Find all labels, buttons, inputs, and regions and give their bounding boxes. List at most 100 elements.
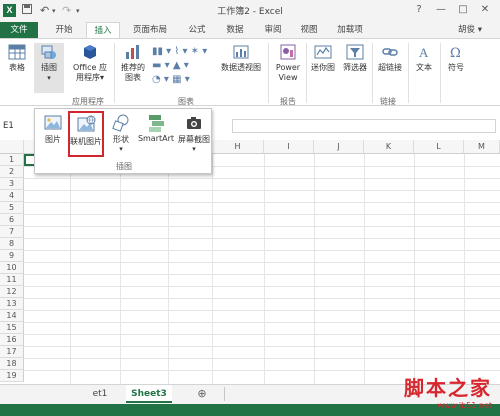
gridline — [24, 262, 500, 263]
smartart-icon — [149, 115, 164, 132]
close-button[interactable]: ✕ — [476, 2, 494, 18]
undo-dropdown-icon[interactable]: ▾ — [52, 3, 56, 19]
power-view-label: Power View — [275, 63, 301, 82]
row-header[interactable]: 1 — [0, 154, 24, 166]
minimize-button[interactable]: — — [432, 2, 450, 18]
group-separator — [306, 43, 307, 103]
user-account[interactable]: 胡俊 ▾ — [458, 22, 482, 38]
screenshot-button[interactable]: 屏幕截图 ▾ — [177, 113, 211, 153]
restore-button[interactable]: □ — [454, 2, 472, 18]
row-header[interactable]: 14 — [0, 310, 24, 322]
help-button[interactable]: ? — [410, 2, 428, 18]
window-title: 工作簿2 - Excel — [217, 7, 283, 17]
sheet-tab-active[interactable]: Sheet3 — [126, 385, 172, 403]
row-header[interactable]: 5 — [0, 202, 24, 214]
tab-insert[interactable]: 插入 — [86, 22, 120, 38]
online-pictures-label: 联机图片 — [70, 137, 102, 146]
svg-text:Ω: Ω — [450, 46, 461, 61]
smartart-label: SmartArt — [137, 134, 175, 143]
column-header[interactable]: I — [264, 140, 314, 154]
save-icon[interactable] — [22, 3, 32, 19]
row-header[interactable]: 10 — [0, 262, 24, 274]
pie-chart-icon: ◔ ▾ ▦ ▾ — [152, 74, 190, 85]
undo-icon[interactable]: ↶ — [40, 3, 49, 19]
column-header[interactable]: J — [314, 140, 364, 154]
column-header[interactable]: L — [414, 140, 464, 154]
column-header[interactable]: M — [464, 140, 500, 154]
shapes-label: 形状 — [113, 135, 129, 144]
table-button[interactable]: 表格 — [4, 43, 30, 73]
hyperlink-label: 超链接 — [378, 63, 402, 72]
title-bar: X ↶ ▾ ↷ ▾ 工作簿2 - Excel ? — □ ✕ — [0, 0, 500, 22]
shapes-button[interactable]: 形状 ▾ — [107, 113, 135, 153]
row-header[interactable]: 12 — [0, 286, 24, 298]
tab-formulas[interactable]: 公式 — [180, 22, 214, 38]
select-all-corner[interactable] — [0, 140, 24, 154]
gridline — [120, 154, 121, 384]
gridline — [24, 226, 500, 227]
row-header[interactable]: 4 — [0, 190, 24, 202]
recommended-charts-icon — [126, 45, 139, 59]
tab-view[interactable]: 视图 — [292, 22, 326, 38]
pivot-chart-button[interactable]: 数据透视图 — [218, 43, 264, 73]
sparklines-button[interactable]: 迷你图 — [308, 43, 338, 73]
camera-icon — [187, 117, 201, 129]
text-icon: A — [419, 45, 429, 60]
redo-icon[interactable]: ↷ — [62, 3, 71, 19]
dropdown-group-label: 插图 — [116, 162, 132, 171]
row-header[interactable]: 13 — [0, 298, 24, 310]
tab-page-layout[interactable]: 页面布局 — [126, 22, 174, 38]
name-box[interactable]: E1 — [3, 119, 31, 133]
shapes-icon — [112, 114, 129, 132]
add-sheet-button[interactable]: ⊕ — [192, 385, 212, 403]
row-header[interactable]: 7 — [0, 226, 24, 238]
row-header[interactable]: 16 — [0, 334, 24, 346]
online-pictures-button[interactable]: 联机图片 — [68, 111, 104, 157]
watermark-url: www.jb51.net — [437, 401, 492, 410]
column-header[interactable]: H — [212, 140, 264, 154]
gridline — [24, 190, 500, 191]
row-header[interactable]: 9 — [0, 250, 24, 262]
office-apps-button[interactable]: Office 应用程序▾ — [70, 43, 110, 83]
row-header[interactable]: 3 — [0, 178, 24, 190]
customize-qa-icon[interactable]: ▾ — [76, 3, 80, 19]
row-header[interactable]: 6 — [0, 214, 24, 226]
screenshot-label: 屏幕截图 — [178, 135, 210, 144]
apps-group-label: 应用程序 — [72, 97, 104, 106]
row-header[interactable]: 8 — [0, 238, 24, 250]
symbols-button[interactable]: Ω 符号 — [442, 43, 470, 73]
tab-review[interactable]: 审阅 — [256, 22, 290, 38]
bar-chart-icon: ▬ ▾ ▲ ▾ — [152, 60, 189, 71]
tab-data[interactable]: 数据 — [218, 22, 252, 38]
row-header[interactable]: 11 — [0, 274, 24, 286]
tab-file[interactable]: 文件 — [0, 22, 38, 38]
illustrations-button[interactable]: 插图 ▾ — [34, 43, 64, 93]
sheet-tab[interactable]: et1 — [76, 385, 124, 403]
tab-home[interactable]: 开始 — [46, 22, 82, 38]
gridline — [24, 250, 500, 251]
sparklines-label: 迷你图 — [311, 63, 335, 72]
text-button[interactable]: A 文本 — [410, 43, 438, 73]
group-separator — [372, 43, 373, 103]
gridline — [24, 346, 500, 347]
formula-input[interactable] — [232, 119, 496, 133]
chart-types-grid[interactable]: ▮▮ ▾ ⌇ ▾ ✶ ▾ ▬ ▾ ▲ ▾ ◔ ▾ ▦ ▾ — [152, 45, 212, 87]
filter-button[interactable]: 筛选器 — [340, 43, 370, 73]
hyperlink-button[interactable]: 超链接 — [374, 43, 406, 73]
watermark-title: 脚本之家 — [404, 376, 492, 400]
gridline — [314, 154, 315, 384]
column-header[interactable]: K — [364, 140, 414, 154]
pictures-button[interactable]: 图片 — [39, 113, 67, 145]
row-header[interactable]: 17 — [0, 346, 24, 358]
symbols-label: 符号 — [448, 63, 464, 72]
smartart-button[interactable]: SmartArt — [137, 113, 175, 143]
sparklines-icon — [314, 45, 332, 59]
row-header[interactable]: 15 — [0, 322, 24, 334]
row-header[interactable]: 18 — [0, 358, 24, 370]
row-header[interactable]: 19 — [0, 370, 24, 382]
tab-addins[interactable]: 加载项 — [330, 22, 370, 38]
power-view-button[interactable]: Power View — [272, 43, 304, 83]
worksheet-grid[interactable]: A B C D E F G H I J K L M 1 2 3 4 5 6 7 … — [0, 140, 500, 384]
recommended-charts-button[interactable]: 推荐的图表 — [118, 43, 148, 83]
row-header[interactable]: 2 — [0, 166, 24, 178]
